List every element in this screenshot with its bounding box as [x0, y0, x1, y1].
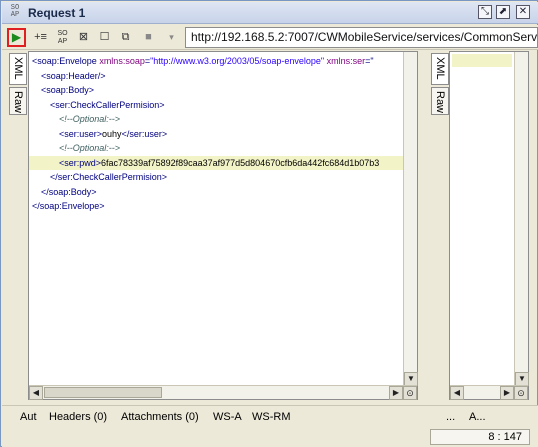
- editor-vertical-scrollbar[interactable]: ▼: [403, 52, 418, 386]
- request-xml-editor[interactable]: <soap:Envelope xmlns:soap="http://www.w3…: [28, 51, 418, 400]
- code-line[interactable]: <soap:Header/>: [29, 69, 403, 84]
- tab-ws-a[interactable]: WS-A: [213, 411, 242, 423]
- response-scroll-right-icon[interactable]: ▶: [500, 386, 514, 400]
- format-xml-icon[interactable]: ⊠: [74, 28, 93, 47]
- tab-raw[interactable]: Raw: [9, 87, 27, 115]
- tab-attachments[interactable]: Attachments (0): [121, 411, 199, 423]
- request-side-tabs: XML Raw: [9, 53, 27, 123]
- code-line[interactable]: </soap:Body>: [29, 185, 403, 200]
- code-token: <!--Optional:-->: [59, 143, 121, 153]
- code-token: </soap:Body>: [41, 186, 97, 197]
- response-tab-xml[interactable]: XML: [431, 53, 449, 85]
- scroll-right-icon[interactable]: ▶: [389, 386, 403, 400]
- code-token: <soap:Header/>: [41, 70, 106, 81]
- code-token: "http://www.w3.org/2003/05/soap-envelope…: [150, 56, 327, 66]
- find-icon[interactable]: ⊙: [403, 386, 417, 400]
- code-token: =": [365, 56, 374, 66]
- code-line[interactable]: <!--Optional:-->: [29, 112, 403, 127]
- request-window: SO AP Request 1 ⤡ ⬈ ✕ ▶ +≡ SO AP ⊠ ☐ ⧉ ■ …: [0, 0, 538, 447]
- response-vertical-scrollbar[interactable]: ▼: [514, 52, 529, 386]
- code-token: <ser:CheckCallerPermision>: [50, 99, 165, 110]
- tab-auth[interactable]: Aut: [20, 411, 37, 423]
- close-icon[interactable]: ✕: [516, 5, 530, 19]
- response-tab-more[interactable]: ...: [446, 411, 455, 423]
- request-bottom-tabs: Aut Headers (0) Attachments (0) WS-A WS-…: [2, 405, 538, 428]
- response-find-icon[interactable]: ⊙: [514, 386, 528, 400]
- code-line[interactable]: <ser:user>ouhy</ser:user>: [29, 127, 403, 142]
- run-button[interactable]: ▶: [7, 28, 26, 47]
- code-line[interactable]: <ser:CheckCallerPermision>: [29, 98, 403, 113]
- editor-horizontal-scrollbar[interactable]: ◀ ▶ ⊙: [29, 385, 417, 400]
- code-token: <ser:pwd>: [59, 157, 102, 168]
- split-divider[interactable]: [419, 51, 425, 401]
- code-line[interactable]: <soap:Envelope xmlns:soap="http://www.w3…: [29, 54, 403, 69]
- tab-ws-rm[interactable]: WS-RM: [252, 411, 291, 423]
- code-line[interactable]: <soap:Body>: [29, 83, 403, 98]
- maximize-icon[interactable]: ⬈: [496, 5, 510, 19]
- code-token: </ser:user>: [121, 128, 168, 139]
- horizontal-scroll-thumb[interactable]: [44, 387, 162, 398]
- code-token: <soap:Body>: [41, 85, 95, 95]
- endpoint-dropdown-icon[interactable]: ▾: [162, 28, 181, 47]
- code-line[interactable]: <!--Optional:-->: [29, 141, 403, 156]
- code-token: <ser:user>: [59, 128, 103, 139]
- add-wss-icon[interactable]: +≡: [31, 28, 50, 47]
- code-token: ouhy: [102, 128, 122, 139]
- code-token: </ser:CheckCallerPermision>: [50, 172, 168, 182]
- code-line[interactable]: </ser:CheckCallerPermision>: [29, 170, 403, 185]
- window-title: Request 1: [28, 6, 86, 20]
- soap-app-icon: SO AP: [10, 4, 20, 19]
- xml-code[interactable]: <soap:Envelope xmlns:soap="http://www.w3…: [29, 54, 403, 386]
- code-token: </soap:Envelope>: [32, 201, 105, 211]
- stop-icon[interactable]: ■: [139, 28, 158, 47]
- response-tab-attachments[interactable]: A...: [469, 411, 486, 423]
- clone-icon[interactable]: ☐: [95, 28, 114, 47]
- copy-icon[interactable]: ⧉: [116, 28, 135, 47]
- response-tab-raw[interactable]: Raw: [431, 87, 449, 115]
- code-line[interactable]: </soap:Envelope>: [29, 199, 403, 214]
- response-side-tabs: XML Raw: [431, 53, 449, 123]
- endpoint-url-field[interactable]: http://192.168.5.2:7007/CWMobileService/…: [185, 27, 538, 48]
- tab-xml[interactable]: XML: [9, 53, 27, 85]
- title-bar: SO AP Request 1 ⤡ ⬈ ✕: [2, 2, 538, 24]
- restore-down-icon[interactable]: ⤡: [478, 5, 492, 19]
- code-token: xmlns:ser: [326, 56, 366, 66]
- scroll-down-icon[interactable]: ▼: [404, 372, 418, 386]
- tab-headers[interactable]: Headers (0): [49, 411, 107, 423]
- code-line[interactable]: <ser:pwd>6fac78339af75892f89caa37af977d5…: [29, 155, 403, 170]
- code-token: xmlns:soap: [99, 56, 145, 66]
- status-bar: 8 : 147: [2, 428, 538, 447]
- response-scroll-left-icon[interactable]: ◀: [450, 386, 464, 400]
- response-scroll-down-icon[interactable]: ▼: [515, 372, 529, 386]
- code-token: 6fac78339af75892f89caa37af977d5d804670cf…: [101, 157, 380, 168]
- response-xml-pane[interactable]: ▼ ◀ ▶ ⊙: [449, 51, 529, 400]
- cursor-position: 8 : 147: [430, 429, 530, 445]
- scroll-left-icon[interactable]: ◀: [29, 386, 43, 400]
- response-horizontal-scrollbar[interactable]: ◀ ▶ ⊙: [450, 385, 528, 400]
- code-token: <!--Optional:-->: [59, 114, 121, 124]
- response-highlight-line: [452, 54, 512, 67]
- request-toolbar: ▶ +≡ SO AP ⊠ ☐ ⧉ ■ ▾ http://192.168.5.2:7…: [2, 25, 538, 50]
- code-token: <soap:Envelope: [32, 56, 100, 66]
- soap-version-icon[interactable]: SO AP: [53, 28, 72, 47]
